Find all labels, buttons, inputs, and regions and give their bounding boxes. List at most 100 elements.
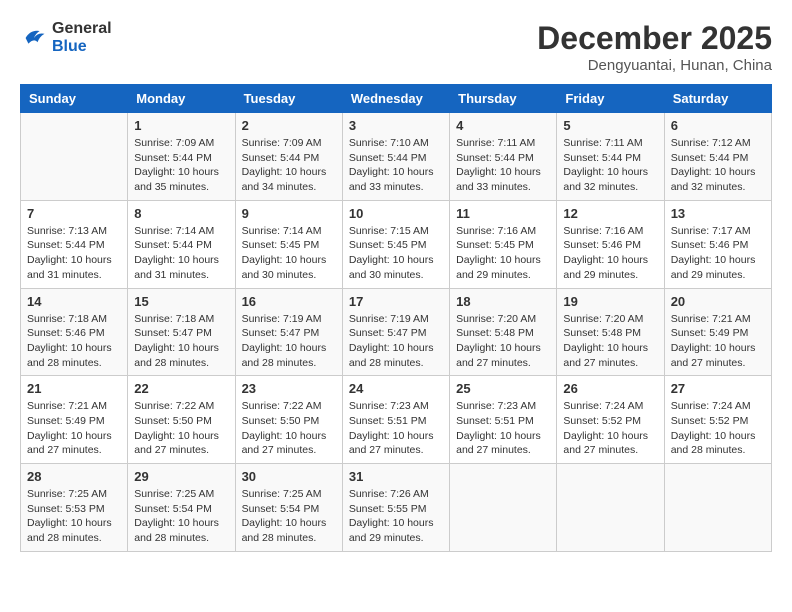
- day-info: Sunrise: 7:21 AM Sunset: 5:49 PM Dayligh…: [671, 312, 765, 371]
- calendar-cell: 28Sunrise: 7:25 AM Sunset: 5:53 PM Dayli…: [21, 464, 128, 552]
- day-number: 5: [563, 118, 657, 133]
- day-number: 1: [134, 118, 228, 133]
- day-number: 14: [27, 294, 121, 309]
- day-number: 13: [671, 206, 765, 221]
- day-info: Sunrise: 7:12 AM Sunset: 5:44 PM Dayligh…: [671, 136, 765, 195]
- calendar-cell: 8Sunrise: 7:14 AM Sunset: 5:44 PM Daylig…: [128, 200, 235, 288]
- day-info: Sunrise: 7:09 AM Sunset: 5:44 PM Dayligh…: [242, 136, 336, 195]
- calendar-cell: 11Sunrise: 7:16 AM Sunset: 5:45 PM Dayli…: [450, 200, 557, 288]
- month-year-title: December 2025: [537, 20, 772, 57]
- day-info: Sunrise: 7:26 AM Sunset: 5:55 PM Dayligh…: [349, 487, 443, 546]
- day-number: 9: [242, 206, 336, 221]
- title-block: December 2025 Dengyuantai, Hunan, China: [537, 20, 772, 74]
- day-info: Sunrise: 7:13 AM Sunset: 5:44 PM Dayligh…: [27, 224, 121, 283]
- day-number: 18: [456, 294, 550, 309]
- calendar-cell: 14 Sunrise: 7:18 AM Sunset: 5:46 PM Dayli…: [21, 288, 128, 376]
- logo-icon: [20, 24, 48, 52]
- calendar-cell: [450, 464, 557, 552]
- location-text: Dengyuantai, Hunan, China: [537, 57, 772, 74]
- day-number: 12: [563, 206, 657, 221]
- calendar-cell: 30 Sunrise: 7:25 AM Sunset: 5:54 PM Dayli…: [235, 464, 342, 552]
- calendar-week-row: 7Sunrise: 7:13 AM Sunset: 5:44 PM Daylig…: [21, 200, 772, 288]
- day-info: Sunrise: 7:25 AM Sunset: 5:54 PM Dayligh…: [242, 487, 336, 546]
- column-header-thursday: Thursday: [450, 85, 557, 113]
- calendar-cell: [664, 464, 771, 552]
- calendar-cell: 7Sunrise: 7:13 AM Sunset: 5:44 PM Daylig…: [21, 200, 128, 288]
- page-header: General Blue December 2025 Dengyuantai, …: [20, 20, 772, 74]
- day-info: Sunrise: 7:20 AM Sunset: 5:48 PM Dayligh…: [563, 312, 657, 371]
- calendar-cell: 29Sunrise: 7:25 AM Sunset: 5:54 PM Dayli…: [128, 464, 235, 552]
- day-number: 10: [349, 206, 443, 221]
- calendar-week-row: 14 Sunrise: 7:18 AM Sunset: 5:46 PM Dayli…: [21, 288, 772, 376]
- day-info: Sunrise: 7:16 AM Sunset: 5:46 PM Dayligh…: [563, 224, 657, 283]
- day-info: Sunrise: 7:19 AM Sunset: 5:47 PM Dayligh…: [242, 312, 336, 371]
- day-info: Sunrise: 7:21 AM Sunset: 5:49 PM Dayligh…: [27, 399, 121, 458]
- day-number: 21: [27, 381, 121, 396]
- logo-text: General Blue: [52, 20, 112, 56]
- day-info: Sunrise: 7:22 AM Sunset: 5:50 PM Dayligh…: [242, 399, 336, 458]
- day-info: Sunrise: 7:15 AM Sunset: 5:45 PM Dayligh…: [349, 224, 443, 283]
- calendar-cell: 22 Sunrise: 7:22 AM Sunset: 5:50 PM Dayli…: [128, 376, 235, 464]
- column-header-saturday: Saturday: [664, 85, 771, 113]
- calendar-table: SundayMondayTuesdayWednesdayThursdayFrid…: [20, 84, 772, 552]
- calendar-week-row: 1 Sunrise: 7:09 AM Sunset: 5:44 PM Daylig…: [21, 113, 772, 201]
- calendar-cell: 26 Sunrise: 7:24 AM Sunset: 5:52 PM Dayli…: [557, 376, 664, 464]
- calendar-cell: 10 Sunrise: 7:15 AM Sunset: 5:45 PM Dayli…: [342, 200, 449, 288]
- column-header-tuesday: Tuesday: [235, 85, 342, 113]
- calendar-cell: 19 Sunrise: 7:20 AM Sunset: 5:48 PM Dayli…: [557, 288, 664, 376]
- column-header-wednesday: Wednesday: [342, 85, 449, 113]
- calendar-cell: 9 Sunrise: 7:14 AM Sunset: 5:45 PM Daylig…: [235, 200, 342, 288]
- day-number: 31: [349, 469, 443, 484]
- day-number: 28: [27, 469, 121, 484]
- day-number: 27: [671, 381, 765, 396]
- day-info: Sunrise: 7:18 AM Sunset: 5:46 PM Dayligh…: [27, 312, 121, 371]
- day-info: Sunrise: 7:18 AM Sunset: 5:47 PM Dayligh…: [134, 312, 228, 371]
- column-header-sunday: Sunday: [21, 85, 128, 113]
- calendar-cell: 5 Sunrise: 7:11 AM Sunset: 5:44 PM Daylig…: [557, 113, 664, 201]
- calendar-cell: 18Sunrise: 7:20 AM Sunset: 5:48 PM Dayli…: [450, 288, 557, 376]
- day-number: 20: [671, 294, 765, 309]
- day-info: Sunrise: 7:11 AM Sunset: 5:44 PM Dayligh…: [456, 136, 550, 195]
- calendar-cell: 12 Sunrise: 7:16 AM Sunset: 5:46 PM Dayli…: [557, 200, 664, 288]
- day-number: 2: [242, 118, 336, 133]
- day-info: Sunrise: 7:25 AM Sunset: 5:54 PM Dayligh…: [134, 487, 228, 546]
- calendar-cell: 15Sunrise: 7:18 AM Sunset: 5:47 PM Dayli…: [128, 288, 235, 376]
- day-info: Sunrise: 7:17 AM Sunset: 5:46 PM Dayligh…: [671, 224, 765, 283]
- day-info: Sunrise: 7:24 AM Sunset: 5:52 PM Dayligh…: [671, 399, 765, 458]
- column-header-friday: Friday: [557, 85, 664, 113]
- calendar-cell: 17 Sunrise: 7:19 AM Sunset: 5:47 PM Dayli…: [342, 288, 449, 376]
- calendar-cell: 20 Sunrise: 7:21 AM Sunset: 5:49 PM Dayli…: [664, 288, 771, 376]
- calendar-cell: [557, 464, 664, 552]
- calendar-cell: 31 Sunrise: 7:26 AM Sunset: 5:55 PM Dayli…: [342, 464, 449, 552]
- day-info: Sunrise: 7:14 AM Sunset: 5:45 PM Dayligh…: [242, 224, 336, 283]
- day-number: 22: [134, 381, 228, 396]
- calendar-cell: 2 Sunrise: 7:09 AM Sunset: 5:44 PM Daylig…: [235, 113, 342, 201]
- calendar-cell: 23 Sunrise: 7:22 AM Sunset: 5:50 PM Dayli…: [235, 376, 342, 464]
- calendar-cell: 1Sunrise: 7:09 AM Sunset: 5:44 PM Daylig…: [128, 113, 235, 201]
- day-number: 19: [563, 294, 657, 309]
- calendar-cell: [21, 113, 128, 201]
- day-info: Sunrise: 7:22 AM Sunset: 5:50 PM Dayligh…: [134, 399, 228, 458]
- day-info: Sunrise: 7:19 AM Sunset: 5:47 PM Dayligh…: [349, 312, 443, 371]
- calendar-week-row: 28Sunrise: 7:25 AM Sunset: 5:53 PM Dayli…: [21, 464, 772, 552]
- day-number: 16: [242, 294, 336, 309]
- day-number: 25: [456, 381, 550, 396]
- day-number: 4: [456, 118, 550, 133]
- logo: General Blue: [20, 20, 112, 56]
- day-info: Sunrise: 7:10 AM Sunset: 5:44 PM Dayligh…: [349, 136, 443, 195]
- calendar-cell: 24 Sunrise: 7:23 AM Sunset: 5:51 PM Dayli…: [342, 376, 449, 464]
- calendar-cell: 25Sunrise: 7:23 AM Sunset: 5:51 PM Dayli…: [450, 376, 557, 464]
- day-number: 23: [242, 381, 336, 396]
- calendar-cell: 13 Sunrise: 7:17 AM Sunset: 5:46 PM Dayli…: [664, 200, 771, 288]
- day-number: 26: [563, 381, 657, 396]
- day-info: Sunrise: 7:23 AM Sunset: 5:51 PM Dayligh…: [349, 399, 443, 458]
- day-info: Sunrise: 7:24 AM Sunset: 5:52 PM Dayligh…: [563, 399, 657, 458]
- day-number: 6: [671, 118, 765, 133]
- day-number: 30: [242, 469, 336, 484]
- day-info: Sunrise: 7:11 AM Sunset: 5:44 PM Dayligh…: [563, 136, 657, 195]
- calendar-cell: 6 Sunrise: 7:12 AM Sunset: 5:44 PM Daylig…: [664, 113, 771, 201]
- day-info: Sunrise: 7:14 AM Sunset: 5:44 PM Dayligh…: [134, 224, 228, 283]
- day-number: 24: [349, 381, 443, 396]
- day-number: 17: [349, 294, 443, 309]
- calendar-header-row: SundayMondayTuesdayWednesdayThursdayFrid…: [21, 85, 772, 113]
